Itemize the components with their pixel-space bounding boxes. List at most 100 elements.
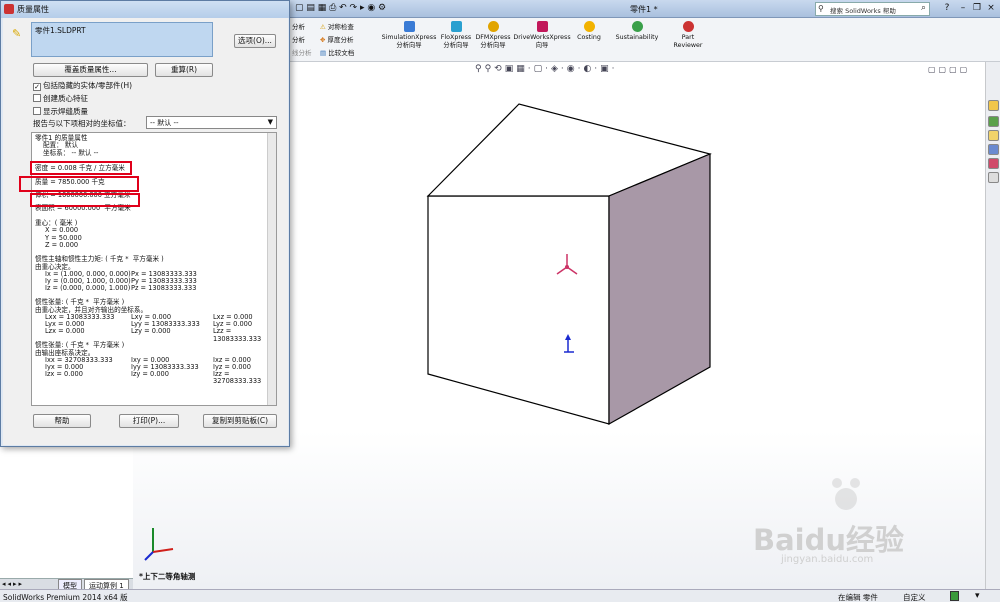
magnifier-icon[interactable]: ⌕ — [921, 3, 926, 13]
toolbar-item-analysis-2[interactable]: 分析 — [292, 34, 305, 44]
density-highlight — [30, 161, 132, 175]
dialog-title: 质量属性 — [17, 5, 49, 14]
sustainability-button[interactable]: Sustainability — [612, 21, 662, 42]
status-product: SolidWorks Premium 2014 x64 版 — [3, 593, 128, 602]
tool-label: Costing — [577, 34, 601, 41]
tensor-cell: Lzy = 0.000 — [131, 327, 171, 336]
view-palette-icon[interactable] — [988, 144, 999, 155]
tensor-cell: Izz = 32708333.333 — [213, 369, 262, 386]
options-button[interactable]: 选项(O)... — [234, 34, 276, 48]
toolbar-item-analysis-1[interactable]: 分析 — [292, 21, 305, 31]
cube-side-face[interactable] — [608, 153, 711, 426]
task-pane-bar — [985, 62, 1000, 589]
tensor2-table: Ixx = 32708333.333 Ixy = 0.000 Ixz = 0.0… — [35, 356, 273, 385]
tool-label: 分析向导 — [480, 42, 506, 49]
costing-icon — [583, 21, 595, 32]
selected-items-list[interactable]: 零件1.SLDPRT — [31, 22, 213, 57]
toolbar-item-label: 分析 — [292, 23, 305, 31]
dialog-title-bar[interactable]: 质量属性 — [1, 1, 289, 18]
compare-documents-label: 比较文档 — [328, 49, 355, 57]
close-icon[interactable]: × — [984, 2, 998, 14]
driveworksxpress-button[interactable]: DriveWorksXpress 向导 — [512, 21, 572, 50]
tool-label: DFMXpress — [475, 34, 511, 41]
help-search-placeholder: 搜索 SolidWorks 帮助 — [830, 7, 896, 15]
quick-tips-icon[interactable] — [950, 591, 959, 601]
symmetry-icon: ⚠ — [320, 23, 326, 31]
symmetry-check-button[interactable]: ⚠ 对称检查 — [320, 21, 354, 31]
thickness-analysis-button[interactable]: ✥ 厚度分析 — [320, 34, 354, 44]
quick-access-icons[interactable]: ▢ ▤ ▦ ⎙ ↶ ↷ ▸ ◉ ⚙ — [295, 3, 386, 13]
thickness-icon: ✥ — [320, 36, 326, 44]
results-scrollbar[interactable] — [267, 133, 276, 405]
symmetry-check-label: 对称检查 — [327, 23, 354, 31]
floxpress-button[interactable]: FloXpress 分析向导 — [436, 21, 476, 50]
copy-to-clipboard-button[interactable]: 复制到剪贴板(C) — [203, 414, 277, 428]
tool-label: FloXpress — [440, 34, 472, 41]
status-bar: SolidWorks Premium 2014 x64 版 在编辑 零件 自定义… — [0, 589, 1000, 602]
tool-label: Reviewer — [673, 42, 703, 49]
dfm-icon — [487, 21, 499, 32]
chevron-down-icon[interactable]: ▼ — [268, 118, 273, 126]
recalculate-button[interactable]: 重算(R) — [155, 63, 213, 77]
cube-front-face[interactable] — [427, 195, 610, 425]
help-icon[interactable]: ? — [940, 2, 954, 14]
appearance-icon[interactable] — [988, 158, 999, 169]
tensor-cell: Lzx = 0.000 — [45, 327, 85, 336]
dfmxpress-button[interactable]: DFMXpress 分析向导 — [474, 21, 512, 50]
view-orientation-label: *上下二等角轴测 — [139, 572, 196, 581]
tab-scroll-arrows[interactable]: ◂◂▸▸ — [2, 580, 24, 588]
status-units[interactable]: 自定义 — [903, 592, 926, 603]
coordinate-system-label: 报告与以下项相对的坐标值： — [33, 119, 131, 128]
compare-icon: ▤ — [320, 49, 327, 57]
minimize-icon[interactable]: – — [956, 2, 970, 14]
coordinate-system-select[interactable]: -- 默认 -- ▼ — [146, 116, 277, 129]
folder-icon[interactable] — [988, 130, 999, 141]
custom-properties-icon[interactable] — [988, 172, 999, 183]
compare-documents-button[interactable]: ▤ 比较文档 — [320, 47, 354, 57]
dialog-app-icon — [4, 4, 14, 14]
principal-pz: Pz = 13083333.333 — [131, 284, 197, 293]
toolbar-item-analysis-3[interactable]: 线分析 — [292, 47, 312, 57]
costing-button[interactable]: Costing — [572, 21, 606, 42]
tool-label: Sustainability — [615, 34, 659, 41]
dialog-body: ✎ 零件1.SLDPRT 选项(O)... 覆盖质量属性... 重算(R) ✓ 包… — [3, 18, 288, 445]
watermark-logo — [832, 478, 860, 510]
part-reviewer-button[interactable]: Part Reviewer — [668, 21, 708, 50]
selected-file[interactable]: 零件1.SLDPRT — [35, 26, 86, 35]
mass-highlight — [19, 176, 139, 192]
print-button[interactable]: 打印(P)... — [119, 414, 179, 428]
simulationxpress-button[interactable]: SimulationXpress 分析向导 — [380, 21, 438, 50]
flow-icon — [450, 21, 462, 32]
status-arrow-icon[interactable]: ▾ — [975, 591, 980, 601]
checkbox-unchecked[interactable] — [33, 107, 41, 115]
sustainability-icon — [631, 21, 643, 32]
checkbox-unchecked[interactable] — [33, 94, 41, 102]
watermark-text: Baidu经验 — [753, 523, 905, 557]
thickness-analysis-label: 厚度分析 — [327, 36, 354, 44]
checkbox-label: 包括隐藏的实体/零部件(H) — [43, 81, 133, 90]
search-icon: ⚲ — [818, 4, 824, 13]
checkbox-label: 创建质心特征 — [43, 94, 88, 103]
part-reviewer-icon — [682, 21, 694, 32]
tool-label: 分析向导 — [396, 42, 422, 49]
include-hidden-checkbox[interactable]: ✓ 包括隐藏的实体/零部件(H) — [33, 80, 132, 91]
checkbox-checked[interactable]: ✓ — [33, 83, 41, 91]
driveworks-icon — [536, 21, 548, 32]
help-button[interactable]: 帮助 — [33, 414, 91, 428]
home-icon[interactable] — [988, 100, 999, 111]
tool-label: Part — [681, 34, 695, 41]
tool-label: SimulationXpress — [381, 34, 437, 41]
simulation-icon — [403, 21, 415, 32]
tool-label: 分析向导 — [443, 42, 469, 49]
checkbox-label: 显示焊缝质量 — [43, 107, 88, 116]
library-icon[interactable] — [988, 116, 999, 127]
restore-icon[interactable]: ❐ — [970, 2, 984, 14]
help-search-input[interactable]: ⚲ 搜索 SolidWorks 帮助 ⌕ — [815, 2, 930, 16]
override-mass-properties-button[interactable]: 覆盖质量属性... — [33, 63, 148, 77]
mass-properties-dialog: 质量属性 ✎ 零件1.SLDPRT 选项(O)... 覆盖质量属性... 重算(… — [0, 0, 290, 447]
show-weld-mass-checkbox[interactable]: 显示焊缝质量 — [33, 106, 88, 117]
tensor-cell: Izy = 0.000 — [131, 369, 169, 378]
toolbar-item-label: 分析 — [292, 36, 305, 44]
create-cg-feature-checkbox[interactable]: 创建质心特征 — [33, 93, 88, 104]
tensor1-table: Lxx = 13083333.333 Lxy = 0.000 Lxz = 0.0… — [35, 313, 273, 342]
